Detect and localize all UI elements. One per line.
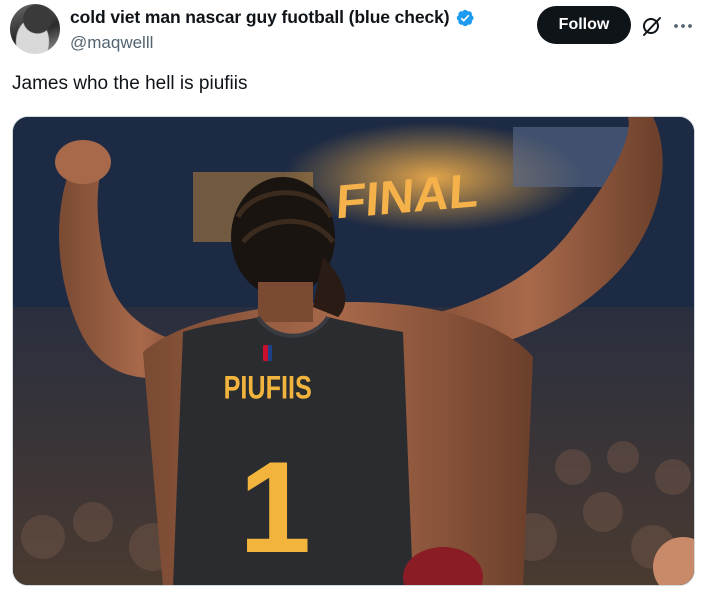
tweet-text: James who the hell is piufiis [12, 73, 248, 94]
author-display-name[interactable]: cold viet man nascar guy fuotball (blue … [70, 7, 450, 28]
grok-icon[interactable] [640, 14, 664, 38]
follow-button[interactable]: Follow [537, 6, 631, 44]
jersey-name: PIUFIIS [224, 371, 312, 407]
basketball-player-scene: FINAL PIUFIIS 1 [13, 117, 694, 585]
tweet-media-image[interactable]: FINAL PIUFIIS 1 [12, 116, 695, 586]
author-name-row: cold viet man nascar guy fuotball (blue … [70, 7, 475, 28]
jersey-number: 1 [239, 434, 311, 580]
more-icon[interactable] [671, 14, 695, 38]
author-avatar[interactable] [10, 4, 60, 54]
verified-badge-icon [456, 9, 474, 26]
author-handle[interactable]: @maqwelll [70, 33, 153, 53]
